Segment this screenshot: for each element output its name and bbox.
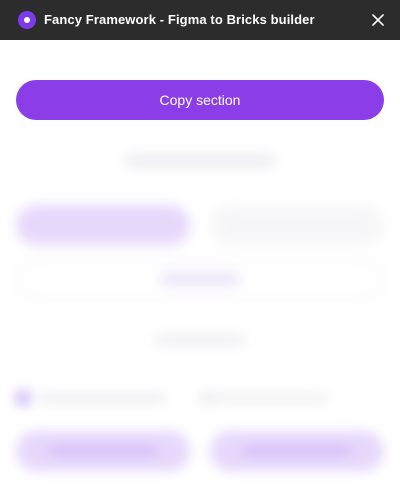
- close-button[interactable]: [368, 10, 388, 30]
- blurred-checkbox-1-label: [38, 393, 166, 403]
- copy-section-button[interactable]: Copy section: [16, 80, 384, 120]
- window-title: Fancy Framework - Figma to Bricks builde…: [44, 12, 315, 27]
- blurred-bottom-button-right: [210, 431, 384, 471]
- blurred-checkbox-2-label: [212, 393, 328, 403]
- blurred-bottom-button-left: [16, 431, 190, 471]
- blurred-subheading: [154, 334, 246, 346]
- blurred-primary-button: [16, 205, 190, 245]
- blurred-secondary-button: [210, 205, 384, 245]
- blurred-checkbox-1: [16, 391, 30, 405]
- blurred-outline-button: [16, 259, 384, 299]
- plugin-icon: [18, 11, 36, 29]
- close-icon: [372, 14, 384, 26]
- plugin-titlebar: Fancy Framework - Figma to Bricks builde…: [0, 0, 400, 40]
- blurred-heading: [124, 154, 276, 168]
